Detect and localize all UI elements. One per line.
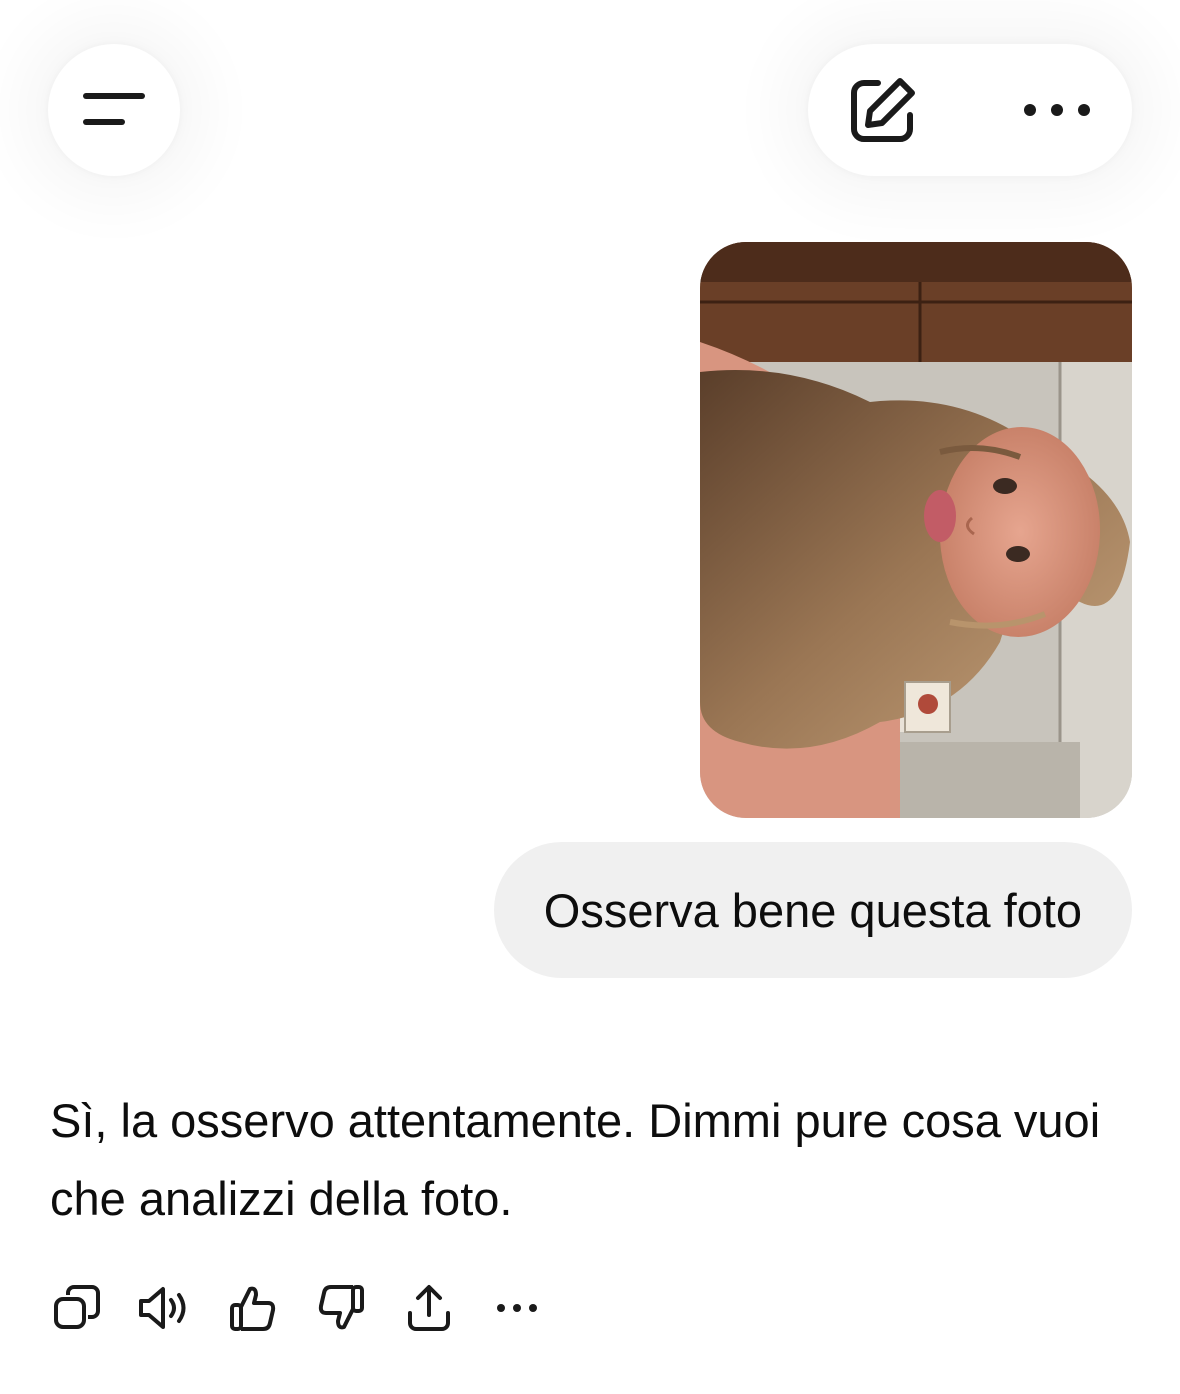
copy-button[interactable] [48, 1280, 106, 1336]
share-icon [408, 1285, 450, 1331]
more-horizontal-icon [1024, 104, 1090, 116]
menu-icon [83, 93, 145, 125]
more-options-button[interactable] [982, 44, 1132, 176]
assistant-message: Sì, la osservo attentamente. Dimmi pure … [50, 1094, 1101, 1225]
speaker-icon [139, 1287, 186, 1329]
user-photo-attachment[interactable] [700, 242, 1132, 818]
read-aloud-button[interactable] [136, 1280, 194, 1336]
share-button[interactable] [400, 1280, 458, 1336]
thumbs-down-icon [318, 1285, 364, 1330]
user-message-text: Osserva bene questa foto [543, 883, 1082, 937]
user-message-bubble: Osserva bene questa foto [493, 842, 1132, 978]
more-horizontal-icon [497, 1304, 537, 1312]
copy-icon [54, 1285, 100, 1329]
new-chat-button[interactable] [808, 44, 958, 176]
thumbs-up-icon [230, 1286, 276, 1331]
message-actions-bar [48, 1280, 576, 1336]
more-actions-button[interactable] [488, 1280, 546, 1336]
good-response-button[interactable] [224, 1280, 282, 1336]
bad-response-button[interactable] [312, 1280, 370, 1336]
photo-image [700, 242, 1132, 818]
header-actions [808, 44, 1132, 176]
edit-square-icon [851, 78, 915, 142]
menu-button[interactable] [48, 44, 180, 176]
